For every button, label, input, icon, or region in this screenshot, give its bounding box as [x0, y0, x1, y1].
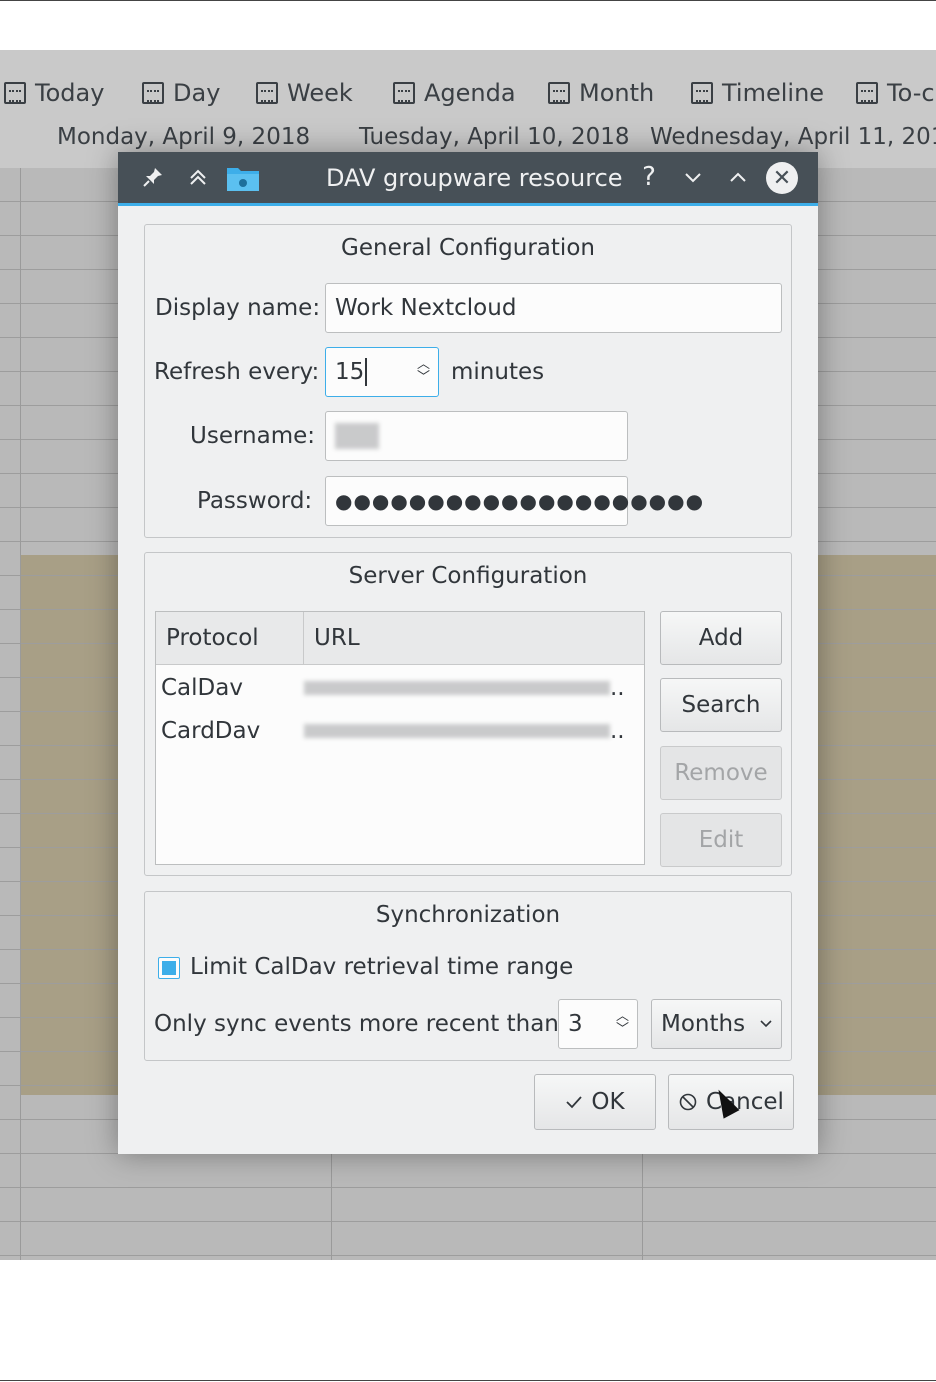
- folder-app-icon: [227, 168, 259, 191]
- refresh-interval-spinbox[interactable]: 15 ︿ ﹀: [325, 347, 439, 397]
- general-configuration-title: General Configuration: [341, 235, 595, 261]
- toolbar-day-button[interactable]: Day: [142, 78, 220, 108]
- add-button[interactable]: Add: [660, 611, 782, 665]
- limit-time-range-checkbox[interactable]: [158, 957, 180, 979]
- column-header-url[interactable]: URL: [304, 612, 644, 664]
- checkmark-icon: [566, 1096, 583, 1109]
- day-header-tuesday: Tuesday, April 10, 2018: [359, 124, 630, 150]
- toolbar-week-button[interactable]: Week: [256, 78, 353, 108]
- toolbar-agenda-button[interactable]: Agenda: [393, 78, 516, 108]
- page-bottom-border: [0, 1380, 936, 1381]
- display-name-label: Display name:: [155, 295, 321, 321]
- search-button[interactable]: Search: [660, 678, 782, 732]
- maximize-icon[interactable]: [723, 162, 753, 192]
- password-label: Password:: [197, 488, 313, 514]
- protocol-cell: CalDav: [161, 675, 243, 701]
- protocol-cell: CardDav: [161, 718, 261, 744]
- redacted-url: [304, 681, 610, 695]
- timeline-icon: [691, 82, 713, 104]
- server-list[interactable]: Protocol URL CalDav .. CardDav ..: [155, 611, 645, 865]
- calendar-icon: [256, 82, 278, 104]
- refresh-every-label: Refresh every:: [154, 359, 320, 385]
- calendar-icon: [4, 82, 26, 104]
- refresh-unit-label: minutes: [451, 359, 545, 385]
- dialog-title: DAV groupware resource: [326, 164, 623, 192]
- password-field[interactable]: ●●●●●●●●●●●●●●●●●●●●: [325, 476, 703, 526]
- cancel-icon: [679, 1093, 697, 1111]
- server-configuration-title: Server Configuration: [348, 563, 588, 589]
- toolbar-timeline-button[interactable]: Timeline: [691, 78, 824, 108]
- toolbar-month-button[interactable]: Month: [548, 78, 654, 108]
- server-configuration-group: Server Configuration Protocol URL CalDav…: [144, 552, 792, 876]
- username-label: Username:: [190, 423, 315, 449]
- url-cell: ..: [304, 668, 625, 708]
- sync-recent-label: Only sync events more recent than: [154, 1011, 559, 1037]
- calendar-icon: [548, 82, 570, 104]
- ok-button[interactable]: OK: [534, 1074, 656, 1130]
- todo-icon: [856, 82, 878, 104]
- redacted-username: [335, 423, 379, 449]
- minimize-icon[interactable]: [678, 162, 708, 192]
- calendar-column-divider: [20, 168, 21, 1260]
- pin-icon[interactable]: [138, 162, 168, 192]
- dialog-titlebar[interactable]: DAV groupware resource ? ✕: [118, 152, 818, 206]
- display-name-field[interactable]: Work Nextcloud: [325, 283, 782, 333]
- url-cell: ..: [304, 711, 625, 751]
- page-top-border: [0, 0, 936, 1]
- general-configuration-group: General Configuration Display name: Work…: [144, 224, 792, 538]
- calendar-icon: [142, 82, 164, 104]
- spin-arrows-icon[interactable]: ︿ ﹀: [616, 1010, 629, 1036]
- synchronization-group: Synchronization Limit CalDav retrieval t…: [144, 891, 792, 1061]
- username-field[interactable]: [325, 411, 628, 461]
- time-unit-dropdown[interactable]: Months: [651, 999, 782, 1049]
- agenda-icon: [393, 82, 415, 104]
- chevron-down-icon: [760, 1020, 772, 1028]
- limit-time-range-label[interactable]: Limit CalDav retrieval time range: [190, 954, 573, 980]
- spin-arrows-icon[interactable]: ︿ ﹀: [417, 358, 430, 384]
- toolbar-todo-button[interactable]: To-c: [856, 78, 935, 108]
- remove-button[interactable]: Remove: [660, 746, 782, 800]
- dav-resource-dialog: DAV groupware resource ? ✕ General Confi…: [118, 152, 818, 1154]
- table-row[interactable]: CardDav ..: [156, 711, 644, 751]
- close-icon[interactable]: ✕: [766, 162, 798, 194]
- day-header-wednesday: Wednesday, April 11, 2018: [650, 124, 936, 150]
- table-row[interactable]: CalDav ..: [156, 668, 644, 708]
- day-header-monday: Monday, April 9, 2018: [57, 124, 311, 150]
- redacted-url: [304, 724, 610, 738]
- column-header-protocol[interactable]: Protocol: [156, 612, 304, 664]
- keep-above-icon[interactable]: [183, 162, 213, 192]
- toolbar-today-button[interactable]: Today: [4, 78, 104, 108]
- sync-months-spinbox[interactable]: 3 ︿ ﹀: [558, 999, 638, 1049]
- text-caret: [365, 358, 368, 386]
- synchronization-title: Synchronization: [375, 902, 561, 928]
- help-icon[interactable]: ?: [634, 162, 664, 192]
- server-list-header: Protocol URL: [156, 612, 644, 665]
- edit-button[interactable]: Edit: [660, 813, 782, 867]
